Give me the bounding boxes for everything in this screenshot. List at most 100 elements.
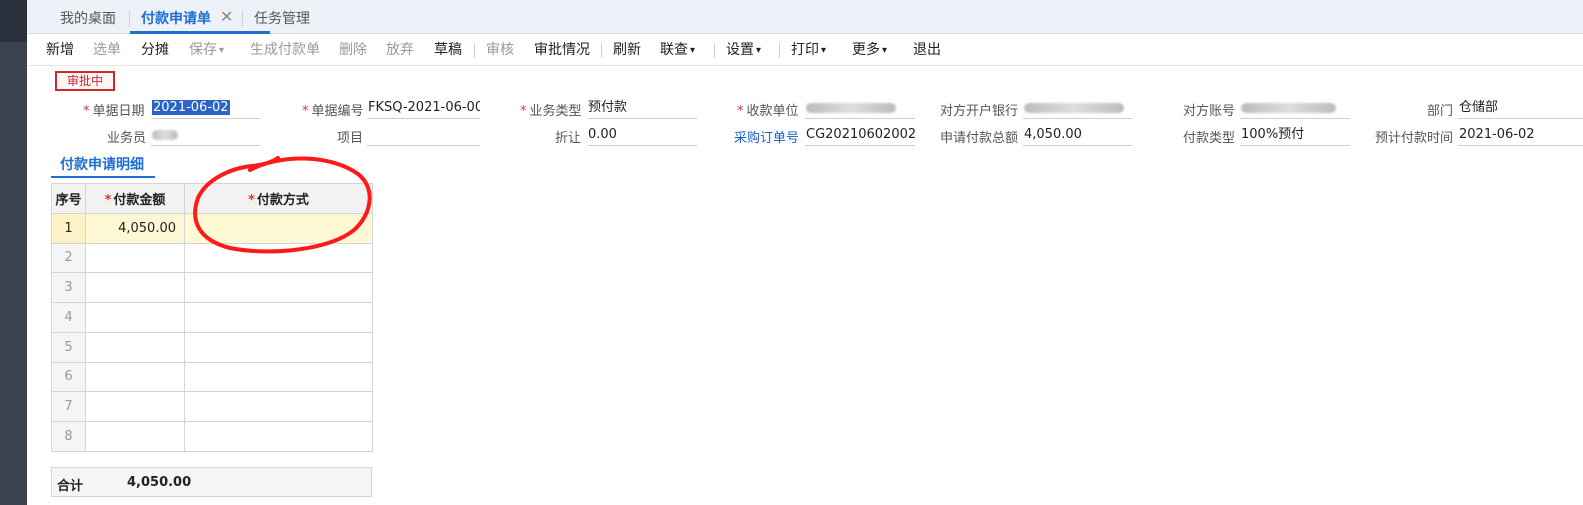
dept-field[interactable]: 仓储部 bbox=[1458, 99, 1583, 119]
table-row[interactable]: 8 bbox=[51, 421, 373, 452]
method-cell[interactable] bbox=[184, 272, 373, 303]
row-index: 8 bbox=[51, 421, 86, 452]
redacted-value bbox=[1241, 102, 1336, 113]
expected-date-label: 预计付款时间 bbox=[1375, 131, 1454, 146]
draft-button[interactable]: 草稿 bbox=[434, 35, 462, 66]
staff-field[interactable] bbox=[151, 126, 261, 146]
row-index: 5 bbox=[51, 331, 86, 363]
doc-no-label: * 单据编号 bbox=[302, 104, 364, 119]
column-header-amount: * 付款金额 bbox=[85, 183, 185, 214]
amount-cell[interactable] bbox=[85, 272, 185, 303]
po-field[interactable]: CG20210602002 bbox=[805, 126, 915, 146]
amount-cell[interactable] bbox=[85, 391, 185, 422]
method-cell[interactable] bbox=[184, 331, 373, 363]
payee-label: * 收款单位 bbox=[737, 104, 799, 119]
add-button[interactable]: 新增 bbox=[46, 35, 74, 66]
close-icon[interactable]: ✕ bbox=[220, 9, 233, 25]
table-row[interactable]: 4 bbox=[51, 302, 373, 333]
tab-my-desktop[interactable]: 我的桌面 bbox=[60, 0, 116, 34]
biz-type-field[interactable]: 预付款 bbox=[587, 99, 697, 119]
amount-cell[interactable] bbox=[85, 361, 185, 393]
print-button[interactable]: 打印 ▾ bbox=[791, 35, 826, 66]
sidebar-header bbox=[0, 0, 27, 42]
total-row-label: 合计 bbox=[57, 479, 84, 494]
linked-query-label: 联查 bbox=[660, 42, 688, 58]
payee-field[interactable] bbox=[805, 99, 915, 119]
chevron-down-icon: ▾ bbox=[219, 45, 225, 56]
select-button[interactable]: 选单 bbox=[93, 35, 121, 66]
method-cell[interactable] bbox=[184, 391, 373, 422]
redacted-value bbox=[1024, 102, 1124, 113]
print-label: 打印 bbox=[791, 42, 819, 58]
bank-field[interactable] bbox=[1023, 99, 1133, 119]
row-index: 1 bbox=[51, 212, 86, 244]
account-field[interactable] bbox=[1240, 99, 1350, 119]
linked-query-button[interactable]: 联查 ▾ bbox=[660, 35, 695, 66]
amount-cell[interactable] bbox=[85, 302, 185, 333]
audit-button[interactable]: 审核 bbox=[486, 35, 514, 66]
row-index: 2 bbox=[51, 242, 86, 274]
doc-no-field[interactable]: FKSQ-2021-06-00... bbox=[367, 99, 480, 119]
settings-button[interactable]: 设置 ▾ bbox=[726, 35, 761, 66]
row-index: 4 bbox=[51, 302, 86, 333]
pay-type-label: 付款类型 bbox=[1183, 131, 1236, 146]
detail-tab-indicator bbox=[51, 176, 155, 178]
redacted-value bbox=[806, 102, 896, 113]
po-link[interactable]: 采购订单号 bbox=[734, 127, 799, 146]
more-label: 更多 bbox=[852, 42, 880, 58]
dept-label: 部门 bbox=[1427, 104, 1454, 119]
pay-type-field[interactable]: 100%预付 bbox=[1240, 126, 1350, 146]
tab-task-management[interactable]: 任务管理 bbox=[254, 0, 310, 34]
total-field[interactable]: 4,050.00 bbox=[1023, 126, 1133, 146]
expected-date-field[interactable]: 2021-06-02 bbox=[1458, 126, 1583, 146]
chevron-down-icon: ▾ bbox=[882, 45, 888, 56]
method-cell[interactable] bbox=[184, 421, 373, 452]
settings-label: 设置 bbox=[726, 42, 754, 58]
project-label: 项目 bbox=[337, 131, 364, 146]
save-label: 保存 bbox=[189, 42, 217, 58]
approval-status-button[interactable]: 审批情况 bbox=[534, 35, 590, 66]
allocate-button[interactable]: 分摊 bbox=[141, 35, 169, 66]
amount-cell[interactable] bbox=[85, 242, 185, 274]
table-row[interactable]: 6 bbox=[51, 361, 373, 393]
total-row-value: 4,050.00 bbox=[127, 475, 192, 490]
main-area: 我的桌面 付款申请单 ✕ 任务管理 新增 选单 分摊 保存 ▾ 生成付款单 删除 … bbox=[27, 0, 1583, 505]
project-field[interactable] bbox=[367, 126, 480, 146]
tab-payment-request[interactable]: 付款申请单 bbox=[141, 0, 211, 34]
amount-cell[interactable]: 4,050.00 bbox=[85, 212, 185, 244]
doc-date-field[interactable]: 2021-06-02 bbox=[151, 99, 261, 119]
delete-button[interactable]: 删除 bbox=[339, 35, 367, 66]
discard-button[interactable]: 放弃 bbox=[386, 35, 414, 66]
chevron-down-icon: ▾ bbox=[756, 45, 762, 56]
chevron-down-icon: ▾ bbox=[821, 45, 827, 56]
app-sidebar bbox=[0, 0, 27, 505]
total-label: 申请付款总额 bbox=[940, 131, 1019, 146]
discount-field[interactable]: 0.00 bbox=[587, 126, 697, 146]
toolbar-separator bbox=[779, 43, 780, 58]
table-row[interactable]: 7 bbox=[51, 391, 373, 422]
tab-payment-detail[interactable]: 付款申请明细 bbox=[60, 154, 144, 174]
bank-label: 对方开户银行 bbox=[940, 104, 1019, 119]
red-annotation-circle bbox=[193, 156, 372, 254]
row-index: 6 bbox=[51, 361, 86, 393]
redacted-value bbox=[152, 129, 178, 140]
refresh-button[interactable]: 刷新 bbox=[613, 35, 641, 66]
method-cell[interactable] bbox=[184, 361, 373, 393]
exit-button[interactable]: 退出 bbox=[913, 35, 941, 66]
method-cell[interactable] bbox=[184, 302, 373, 333]
staff-label: 业务员 bbox=[107, 131, 147, 146]
save-button[interactable]: 保存 ▾ bbox=[189, 35, 224, 66]
tab-separator bbox=[129, 11, 130, 27]
table-row[interactable]: 5 bbox=[51, 331, 373, 363]
row-index: 7 bbox=[51, 391, 86, 422]
table-row[interactable]: 3 bbox=[51, 272, 373, 303]
status-badge: 审批中 bbox=[55, 71, 115, 91]
active-tab-indicator bbox=[130, 31, 270, 34]
more-button[interactable]: 更多 ▾ bbox=[852, 35, 887, 66]
discount-label: 折让 bbox=[555, 131, 582, 146]
generate-payment-button[interactable]: 生成付款单 bbox=[250, 35, 320, 66]
biz-type-label: * 业务类型 bbox=[520, 104, 582, 119]
toolbar-separator bbox=[601, 43, 602, 58]
amount-cell[interactable] bbox=[85, 421, 185, 452]
amount-cell[interactable] bbox=[85, 331, 185, 363]
